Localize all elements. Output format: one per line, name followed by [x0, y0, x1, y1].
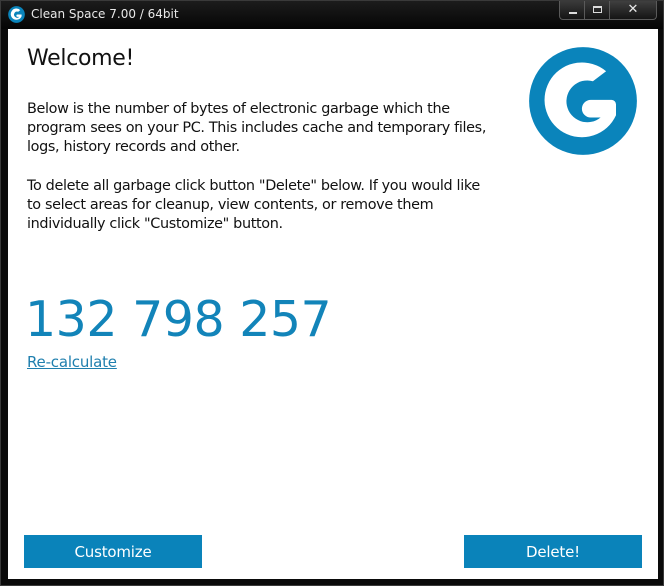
page-title: Welcome!	[27, 46, 135, 71]
maximize-icon	[593, 6, 602, 13]
recalculate-link[interactable]: Re-calculate	[27, 353, 117, 371]
maximize-button[interactable]	[584, 1, 610, 20]
customize-button[interactable]: Customize	[24, 535, 202, 568]
delete-button[interactable]: Delete!	[464, 535, 642, 568]
app-logo-icon[interactable]	[8, 6, 25, 23]
minimize-button[interactable]	[559, 1, 585, 20]
app-window: Clean Space 7.00 / 64bit ✕ Welcome! Belo…	[0, 0, 664, 586]
garbage-bytes-count: 132 798 257	[25, 291, 332, 348]
title-bar[interactable]: Clean Space 7.00 / 64bit ✕	[1, 1, 663, 29]
description-text: Below is the number of bytes of electron…	[27, 101, 487, 155]
clean-space-logo-icon	[529, 47, 637, 155]
instructions-text: To delete all garbage click button "Dele…	[27, 178, 480, 232]
close-icon: ✕	[627, 2, 639, 17]
minimize-icon	[569, 12, 577, 14]
close-button[interactable]: ✕	[609, 1, 657, 20]
window-title: Clean Space 7.00 / 64bit	[31, 7, 179, 21]
main-panel: Welcome! Below is the number of bytes of…	[8, 29, 658, 579]
